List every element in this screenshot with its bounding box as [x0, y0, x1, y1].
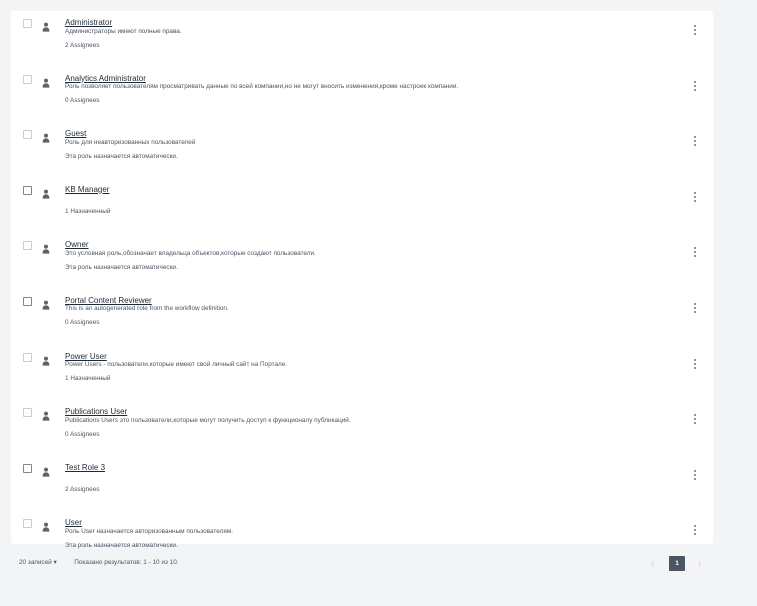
page-size-selector[interactable]: 20 записей ▾ [19, 559, 59, 566]
role-assignees: 1 Назначенный [65, 375, 111, 383]
user-icon [42, 244, 50, 254]
chevron-down-icon: ▾ [53, 559, 57, 566]
role-name-link[interactable]: Test Role 3 [65, 463, 105, 472]
role-row: Guest Роль для неавторизованных пользова… [11, 122, 713, 178]
row-checkbox[interactable] [23, 185, 32, 195]
role-assignees: 2 Assignees [65, 41, 100, 49]
role-name-link[interactable]: Administrator [65, 18, 112, 27]
kebab-menu-icon[interactable] [690, 245, 700, 259]
role-row: Administrator Администраторы имеют полны… [11, 11, 713, 67]
roles-list: Administrator Администраторы имеют полны… [11, 11, 713, 567]
role-row: Owner Это условная роль,обозначает владе… [11, 233, 713, 289]
user-icon [42, 133, 50, 143]
role-description: This is an autogenerated role from the w… [65, 305, 229, 313]
row-checkbox[interactable] [23, 463, 32, 473]
role-assignees: 2 Assignees [65, 486, 100, 494]
kebab-menu-icon[interactable] [690, 301, 700, 315]
results-count: Показано результатов: 1 - 10 из 10. [74, 559, 179, 566]
role-assignees: 0 Assignees [65, 430, 100, 438]
row-checkbox[interactable] [23, 130, 32, 140]
row-checkbox[interactable] [23, 408, 32, 418]
user-icon [42, 356, 50, 366]
role-assignees: Эта роль назначается автоматически. [65, 263, 178, 271]
role-assignees: 0 Assignees [65, 97, 100, 105]
user-icon [42, 411, 50, 421]
user-icon [42, 522, 50, 532]
role-description: Publications Users это пользователи,кото… [65, 416, 351, 424]
row-checkbox[interactable] [23, 296, 32, 306]
kebab-menu-icon[interactable] [690, 23, 700, 37]
kebab-menu-icon[interactable] [690, 523, 700, 537]
role-row: Analytics Administrator Роль позволяет п… [11, 67, 713, 123]
roles-list-panel: Administrator Администраторы имеют полны… [11, 11, 713, 549]
user-icon [42, 189, 50, 199]
role-description: Power Users - пользователи,которые имеют… [65, 361, 288, 369]
role-name-link[interactable]: Publications User [65, 407, 127, 416]
role-row: Power User Power Users - пользователи,ко… [11, 345, 713, 401]
role-assignees: Эта роль назначается автоматически. [65, 152, 178, 160]
row-checkbox[interactable] [23, 352, 32, 362]
page-button-current[interactable]: 1 [669, 556, 685, 571]
role-description: Администраторы имеют полные права. [65, 27, 182, 35]
row-checkbox[interactable] [23, 241, 32, 251]
role-name-link[interactable]: User [65, 518, 82, 527]
role-row: Publications User Publications Users это… [11, 400, 713, 456]
row-checkbox[interactable] [23, 74, 32, 84]
role-name-link[interactable]: Owner [65, 240, 89, 249]
previous-page-button[interactable]: ‹ [651, 559, 654, 569]
kebab-menu-icon[interactable] [690, 468, 700, 482]
page-size-label: 20 записей [19, 559, 52, 566]
role-name-link[interactable]: Power User [65, 352, 107, 361]
role-name-link[interactable]: KB Manager [65, 185, 109, 194]
role-description: Роль для неавторизованных пользователей [65, 138, 196, 146]
kebab-menu-icon[interactable] [690, 190, 700, 204]
role-description: Роль позволяет пользователям просматрива… [65, 83, 459, 91]
user-icon [42, 467, 50, 477]
pagination-summary: 20 записей ▾ Показано результатов: 1 - 1… [19, 558, 179, 566]
kebab-menu-icon[interactable] [690, 79, 700, 93]
user-icon [42, 78, 50, 88]
user-icon [42, 300, 50, 310]
next-page-button[interactable]: › [698, 559, 701, 569]
row-checkbox[interactable] [23, 519, 32, 529]
kebab-menu-icon[interactable] [690, 412, 700, 426]
role-assignees: 1 Назначенный [65, 208, 111, 216]
role-name-link[interactable]: Guest [65, 129, 86, 138]
user-icon [42, 22, 50, 32]
role-description: Это условная роль,обозначает владельца о… [65, 249, 316, 257]
kebab-menu-icon[interactable] [690, 134, 700, 148]
role-assignees: Эта роль назначается автоматически. [65, 541, 178, 549]
role-name-link[interactable]: Portal Content Reviewer [65, 296, 152, 305]
kebab-menu-icon[interactable] [690, 357, 700, 371]
row-checkbox[interactable] [23, 19, 32, 28]
role-row: Test Role 3 2 Assignees [11, 456, 713, 512]
role-row: KB Manager 1 Назначенный [11, 178, 713, 234]
role-assignees: 0 Assignees [65, 319, 100, 327]
role-name-link[interactable]: Analytics Administrator [65, 74, 146, 83]
role-row: Portal Content Reviewer This is an autog… [11, 289, 713, 345]
role-description: Роль User назначается авторизованным пол… [65, 527, 233, 535]
